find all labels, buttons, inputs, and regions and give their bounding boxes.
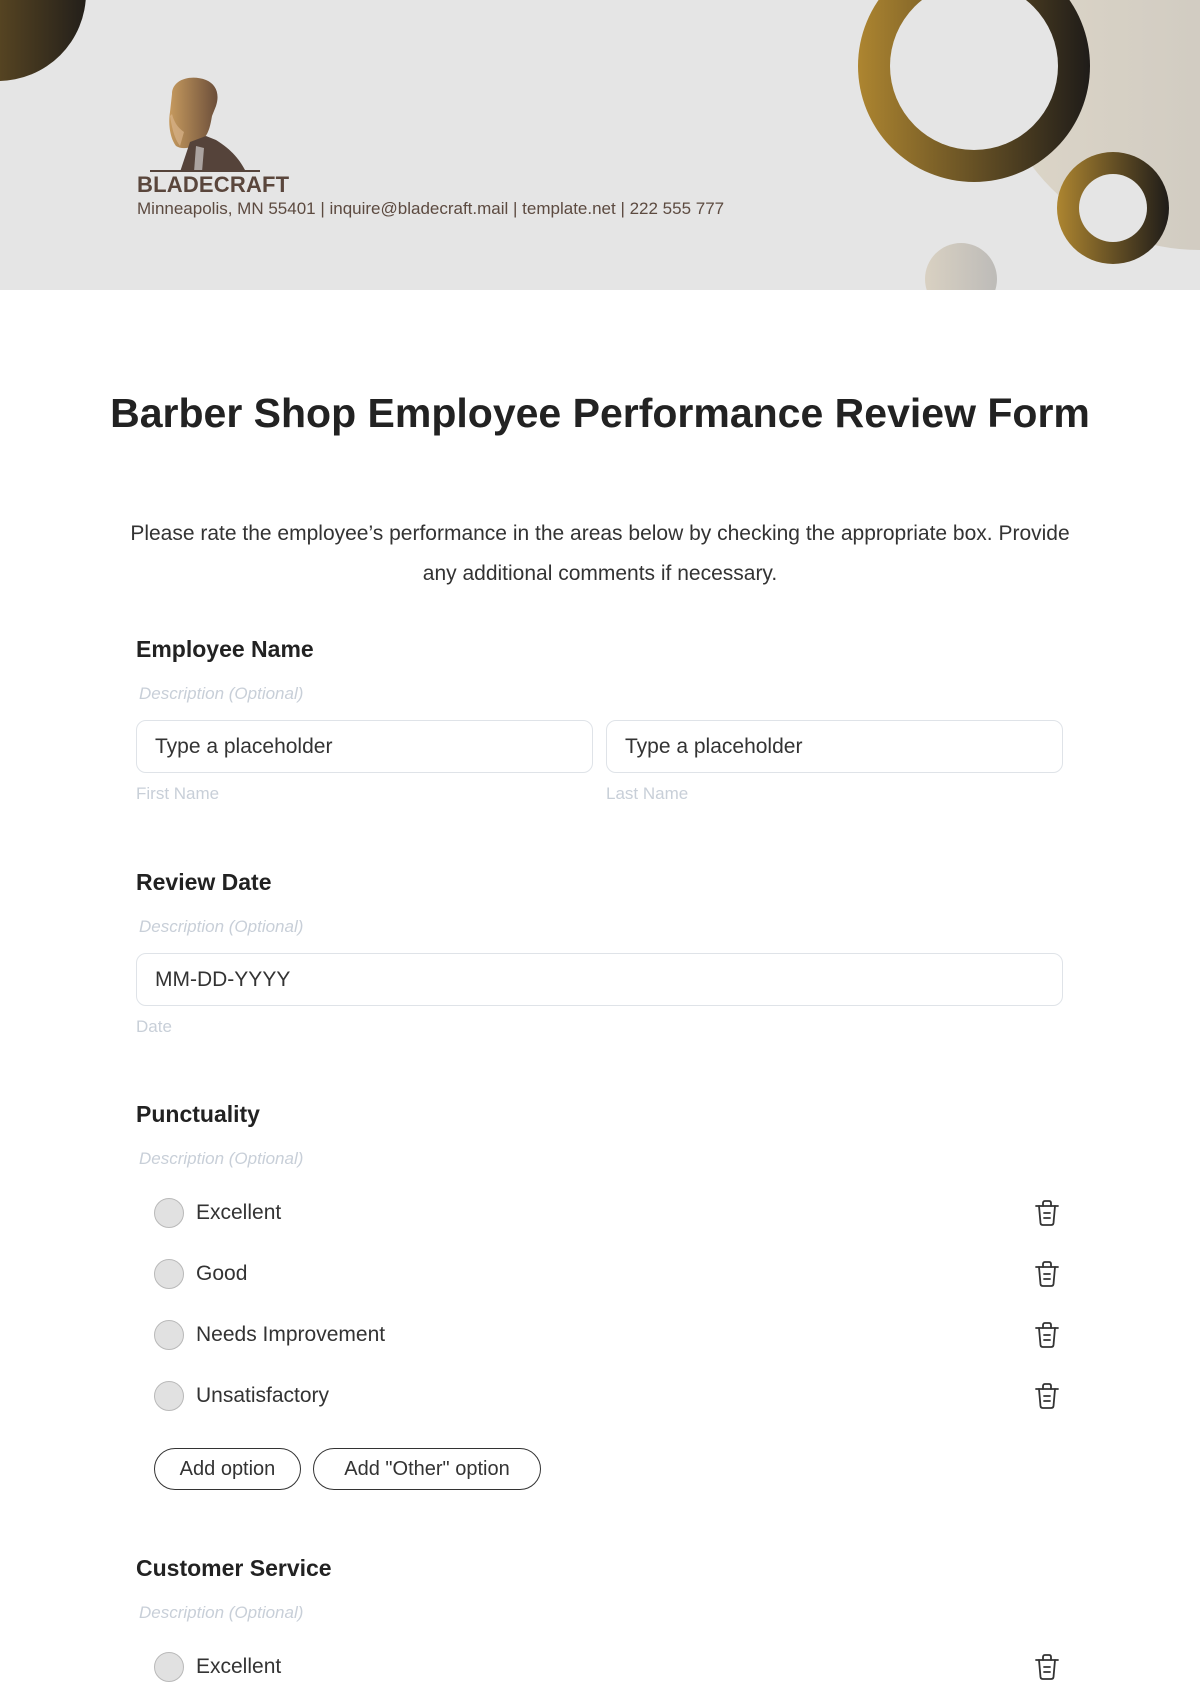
first-name-input[interactable]: Type a placeholder — [136, 720, 593, 773]
review-date-input[interactable]: MM-DD-YYYY — [136, 953, 1063, 1006]
decor-circle — [0, 0, 86, 81]
decor-ring-hole — [1079, 174, 1147, 242]
option-label: Excellent — [196, 1655, 282, 1678]
add-other-option-button[interactable]: Add "Other" option — [313, 1448, 541, 1490]
question-description[interactable]: Description (Optional) — [139, 1149, 303, 1169]
question-label: Punctuality — [136, 1101, 260, 1127]
option-label: Good — [196, 1262, 248, 1285]
brand-name: BLADECRAFT — [137, 172, 290, 197]
question-label: Review Date — [136, 869, 272, 895]
first-name-sublabel: First Name — [136, 784, 220, 803]
contact-info: Minneapolis, MN 55401 | inquire@bladecra… — [137, 199, 725, 218]
decor-circle — [925, 243, 997, 290]
option-label: Unsatisfactory — [196, 1384, 330, 1407]
form-intro: Please rate the employee’s performance i… — [130, 522, 1070, 585]
last-name-sublabel: Last Name — [606, 784, 689, 803]
radio-button[interactable] — [154, 1381, 184, 1411]
option-row[interactable]: Excellent — [154, 1647, 1060, 1687]
form-title: Barber Shop Employee Performance Review … — [110, 390, 1090, 436]
bearded-man-logo-icon — [150, 77, 260, 172]
question-description[interactable]: Description (Optional) — [139, 684, 303, 704]
trash-icon[interactable] — [1034, 1382, 1060, 1410]
option-label: Excellent — [196, 1201, 282, 1224]
question-label: Customer Service — [136, 1555, 332, 1581]
option-row[interactable]: Unsatisfactory — [154, 1376, 1060, 1416]
option-row[interactable]: Excellent — [154, 1193, 1060, 1233]
radio-button[interactable] — [154, 1198, 184, 1228]
option-label: Needs Improvement — [196, 1323, 386, 1346]
date-sublabel: Date — [136, 1017, 172, 1036]
last-name-input[interactable]: Type a placeholder — [606, 720, 1063, 773]
radio-button[interactable] — [154, 1320, 184, 1350]
add-option-button[interactable]: Add option — [154, 1448, 301, 1490]
option-row[interactable]: Good — [154, 1254, 1060, 1294]
option-row[interactable]: Needs Improvement — [154, 1315, 1060, 1355]
radio-button[interactable] — [154, 1652, 184, 1682]
question-description[interactable]: Description (Optional) — [139, 1603, 303, 1623]
letterhead: BLADECRAFT Minneapolis, MN 55401 | inqui… — [0, 0, 1200, 290]
trash-icon[interactable] — [1034, 1199, 1060, 1227]
question-label: Employee Name — [136, 636, 314, 662]
trash-icon[interactable] — [1034, 1653, 1060, 1681]
trash-icon[interactable] — [1034, 1321, 1060, 1349]
trash-icon[interactable] — [1034, 1260, 1060, 1288]
radio-button[interactable] — [154, 1259, 184, 1289]
question-description[interactable]: Description (Optional) — [139, 917, 303, 937]
